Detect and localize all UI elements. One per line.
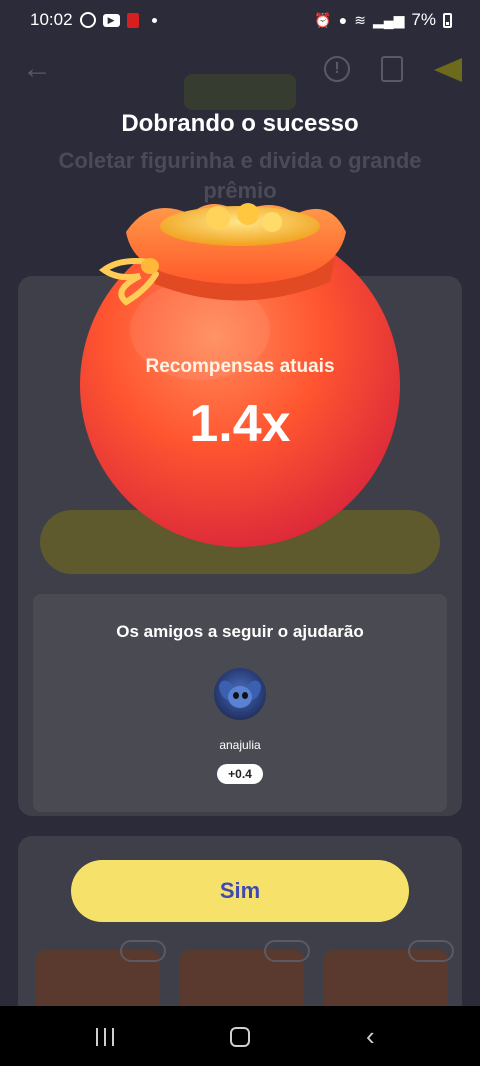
confirm-button[interactable]: Sim bbox=[71, 860, 409, 922]
navigation-bar: ‹ bbox=[0, 1006, 480, 1066]
status-bar: 10:02 ▶ ⏰ ● ≋ ▂▄▆ 7% bbox=[0, 0, 480, 40]
notification-dot-icon bbox=[151, 17, 157, 23]
friends-panel: Os amigos a seguir o ajudarão anajulia +… bbox=[33, 594, 447, 812]
money-bag-icon bbox=[80, 203, 400, 547]
background-chip bbox=[120, 940, 166, 962]
battery-percent: 7% bbox=[411, 10, 436, 29]
alarm-icon: ⏰ bbox=[314, 11, 332, 28]
whatsapp-icon bbox=[79, 12, 96, 28]
friends-panel-title: Os amigos a seguir o ajudarão bbox=[116, 622, 364, 641]
back-icon[interactable]: ‹ bbox=[366, 1023, 375, 1049]
friend-avatar[interactable] bbox=[214, 668, 266, 720]
recents-icon[interactable] bbox=[96, 1028, 116, 1046]
reward-bag: Recompensas atuais 1.4x bbox=[0, 0, 480, 560]
background-chip bbox=[264, 940, 310, 962]
location-icon: ● bbox=[338, 12, 348, 28]
signal-icon: ▂▄▆ bbox=[372, 11, 405, 28]
pdf-icon bbox=[126, 12, 139, 28]
friend-bonus-badge: +0.4 bbox=[217, 764, 263, 784]
wifi-icon: ≋ bbox=[354, 11, 366, 28]
reward-label: Recompensas atuais bbox=[145, 356, 335, 377]
reward-value: 1.4x bbox=[189, 395, 291, 453]
status-left: 10:02 ▶ bbox=[30, 10, 157, 30]
battery-icon bbox=[443, 12, 452, 28]
background-chip bbox=[408, 940, 454, 962]
home-icon[interactable] bbox=[230, 1027, 250, 1047]
status-time: 10:02 bbox=[30, 10, 73, 29]
friend-name: anajulia bbox=[219, 738, 261, 752]
status-right: ⏰ ● ≋ ▂▄▆ 7% bbox=[314, 10, 452, 30]
youtube-icon: ▶ bbox=[102, 13, 120, 27]
